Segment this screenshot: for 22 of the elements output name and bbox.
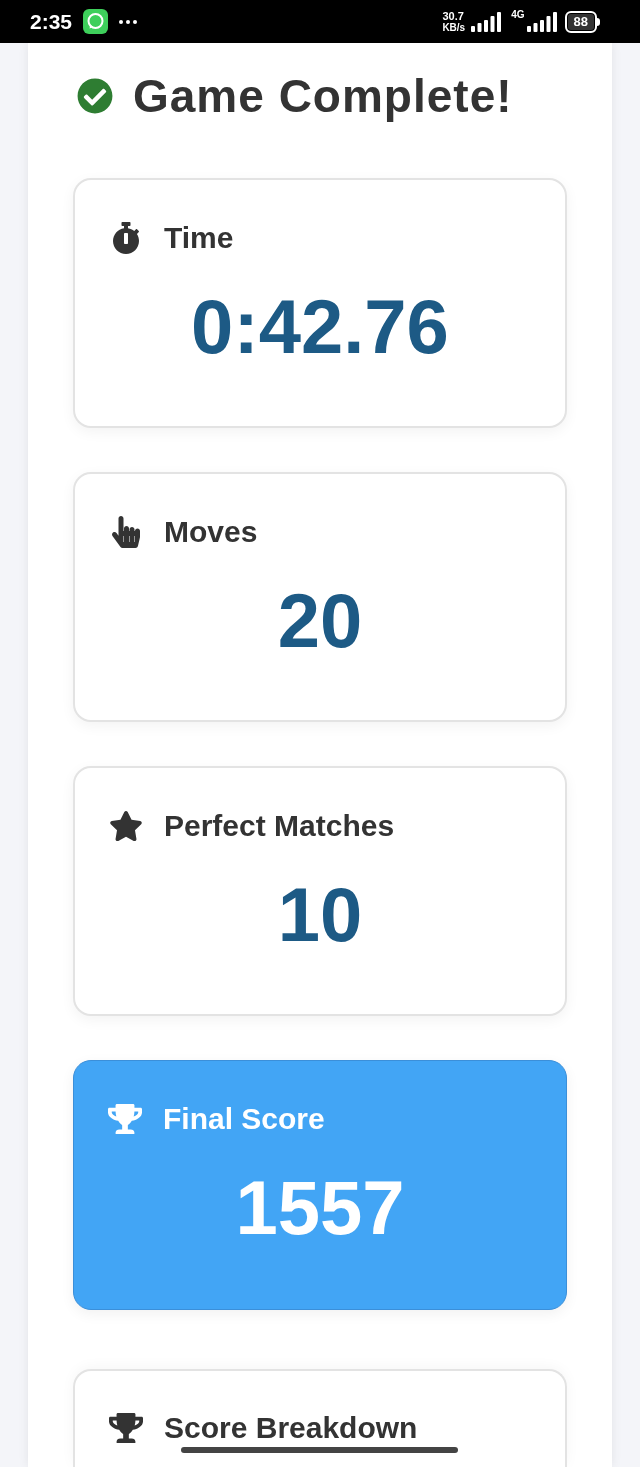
stat-label: Perfect Matches (164, 811, 395, 841)
stat-value: 10 (277, 877, 363, 953)
stat-value: 0:42.76 (191, 289, 449, 365)
stat-label: Final Score (163, 1104, 325, 1134)
stat-value: 20 (277, 583, 363, 659)
star-icon (109, 810, 143, 842)
status-time: 2:35 (30, 11, 73, 32)
stat-value: 1557 (235, 1170, 405, 1246)
trophy-icon (109, 1412, 143, 1444)
message-app-icon (83, 9, 109, 34)
battery-level-text: 88 (564, 10, 597, 33)
net-speed-unit: KB/s (442, 21, 466, 33)
net-speed-value: 30.7 (442, 10, 464, 22)
network-type: 4G (511, 10, 525, 20)
breakdown-title: Score Breakdown (164, 1413, 418, 1443)
pointing-hand-icon (109, 516, 143, 548)
stat-label: Moves (164, 517, 258, 547)
stat-label: Time (164, 223, 234, 253)
trophy-icon (108, 1103, 142, 1135)
signal-icon (471, 11, 502, 32)
more-notifications-icon (119, 19, 138, 24)
mobile-signal-icon (526, 11, 557, 32)
